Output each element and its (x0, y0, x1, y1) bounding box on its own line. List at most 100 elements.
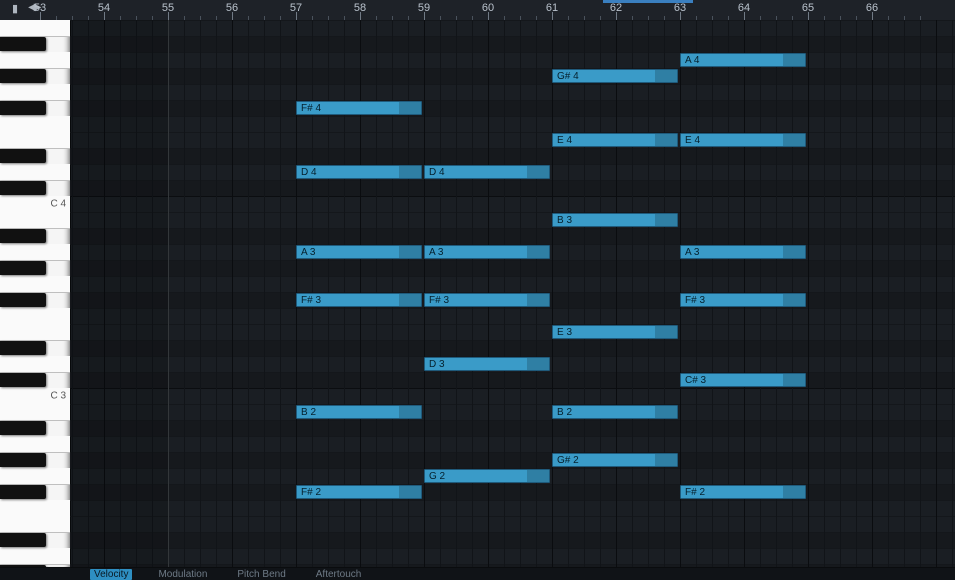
white-key[interactable] (0, 164, 70, 181)
white-key[interactable] (0, 84, 70, 101)
white-key[interactable] (0, 516, 70, 533)
lane-tab[interactable]: Modulation (154, 569, 211, 580)
note-velocity-handle[interactable] (783, 486, 805, 498)
note-velocity-handle[interactable] (527, 470, 549, 482)
white-key[interactable] (0, 308, 70, 325)
black-key[interactable] (0, 229, 46, 243)
note-label: A 3 (685, 247, 699, 258)
white-key[interactable] (0, 212, 70, 229)
note-label: G 2 (429, 471, 445, 482)
midi-note[interactable]: G 2 (424, 469, 550, 483)
midi-note[interactable]: C# 3 (680, 373, 806, 387)
midi-note[interactable]: E 3 (552, 325, 678, 339)
midi-note[interactable]: F# 2 (680, 485, 806, 499)
note-velocity-handle[interactable] (655, 214, 677, 226)
note-velocity-handle[interactable] (527, 166, 549, 178)
white-key[interactable] (0, 244, 70, 261)
black-key[interactable] (0, 181, 46, 195)
note-velocity-handle[interactable] (527, 294, 549, 306)
note-label: G# 2 (557, 455, 579, 466)
horizontal-scroll-indicator[interactable] (603, 0, 693, 3)
black-key[interactable] (0, 69, 46, 83)
note-velocity-handle[interactable] (655, 134, 677, 146)
note-label: F# 3 (685, 295, 705, 306)
midi-note[interactable]: E 4 (552, 133, 678, 147)
white-key[interactable] (0, 52, 70, 69)
midi-note[interactable]: A 4 (680, 53, 806, 67)
black-key[interactable] (0, 453, 46, 467)
note-velocity-handle[interactable] (399, 246, 421, 258)
midi-note[interactable]: B 2 (296, 405, 422, 419)
black-key[interactable] (0, 37, 46, 51)
black-key[interactable] (0, 373, 46, 387)
piano-keyboard[interactable]: C 4C 3 (0, 20, 71, 568)
midi-note[interactable]: A 3 (296, 245, 422, 259)
note-velocity-handle[interactable] (399, 166, 421, 178)
note-label: F# 2 (301, 487, 321, 498)
midi-note[interactable]: F# 3 (424, 293, 550, 307)
midi-note[interactable]: B 3 (552, 213, 678, 227)
midi-note[interactable]: F# 3 (680, 293, 806, 307)
midi-note[interactable]: G# 2 (552, 453, 678, 467)
black-key[interactable] (0, 149, 46, 163)
midi-note[interactable]: D 4 (296, 165, 422, 179)
note-velocity-handle[interactable] (527, 246, 549, 258)
black-key[interactable] (0, 421, 46, 435)
midi-note[interactable]: D 3 (424, 357, 550, 371)
note-label: E 4 (557, 135, 572, 146)
white-key[interactable] (0, 436, 70, 453)
timeline-ruler[interactable]: ▮ ◀▶ 5354555657585960616263646566 (0, 0, 955, 21)
midi-note[interactable]: F# 2 (296, 485, 422, 499)
note-label: D 3 (429, 359, 445, 370)
playhead[interactable] (168, 20, 169, 568)
note-velocity-handle[interactable] (783, 134, 805, 146)
note-label: D 4 (301, 167, 317, 178)
midi-note[interactable]: E 4 (680, 133, 806, 147)
note-velocity-handle[interactable] (783, 54, 805, 66)
note-velocity-handle[interactable] (783, 294, 805, 306)
note-velocity-handle[interactable] (399, 486, 421, 498)
note-label: F# 3 (429, 295, 449, 306)
black-key[interactable] (0, 101, 46, 115)
white-key[interactable] (0, 548, 70, 565)
lane-tab[interactable]: Velocity (90, 569, 132, 580)
midi-note[interactable]: A 3 (680, 245, 806, 259)
note-label: A 3 (429, 247, 443, 258)
note-velocity-handle[interactable] (783, 246, 805, 258)
note-velocity-handle[interactable] (783, 374, 805, 386)
lane-tab[interactable]: Pitch Bend (233, 569, 289, 580)
note-velocity-handle[interactable] (527, 358, 549, 370)
white-key[interactable] (0, 500, 70, 517)
note-velocity-handle[interactable] (655, 326, 677, 338)
marker-icon[interactable]: ▮ (12, 2, 18, 15)
white-key[interactable] (0, 116, 70, 133)
midi-note[interactable]: F# 3 (296, 293, 422, 307)
white-key[interactable] (0, 468, 70, 485)
midi-note[interactable]: B 2 (552, 405, 678, 419)
note-velocity-handle[interactable] (655, 406, 677, 418)
black-key[interactable] (0, 261, 46, 275)
note-velocity-handle[interactable] (399, 102, 421, 114)
note-velocity-handle[interactable] (655, 70, 677, 82)
midi-note[interactable]: D 4 (424, 165, 550, 179)
black-key[interactable] (0, 485, 46, 499)
lane-tab[interactable]: Aftertouch (312, 569, 366, 580)
white-key[interactable] (0, 356, 70, 373)
note-grid[interactable]: F# 4 D 4 A 3 F# 3 B 2 F# 2 D 4 A 3 F# 3 D 3 G 2 G# … (70, 20, 955, 568)
note-label: F# 3 (301, 295, 321, 306)
black-key[interactable] (0, 533, 46, 547)
black-key[interactable] (0, 341, 46, 355)
midi-note[interactable]: F# 4 (296, 101, 422, 115)
white-key[interactable] (0, 20, 70, 37)
inactive-region (70, 20, 168, 568)
note-velocity-handle[interactable] (399, 406, 421, 418)
white-key[interactable] (0, 276, 70, 293)
black-key[interactable] (0, 293, 46, 307)
note-velocity-handle[interactable] (399, 294, 421, 306)
white-key[interactable] (0, 132, 70, 149)
white-key[interactable] (0, 404, 70, 421)
midi-note[interactable]: G# 4 (552, 69, 678, 83)
white-key[interactable] (0, 324, 70, 341)
midi-note[interactable]: A 3 (424, 245, 550, 259)
note-velocity-handle[interactable] (655, 454, 677, 466)
